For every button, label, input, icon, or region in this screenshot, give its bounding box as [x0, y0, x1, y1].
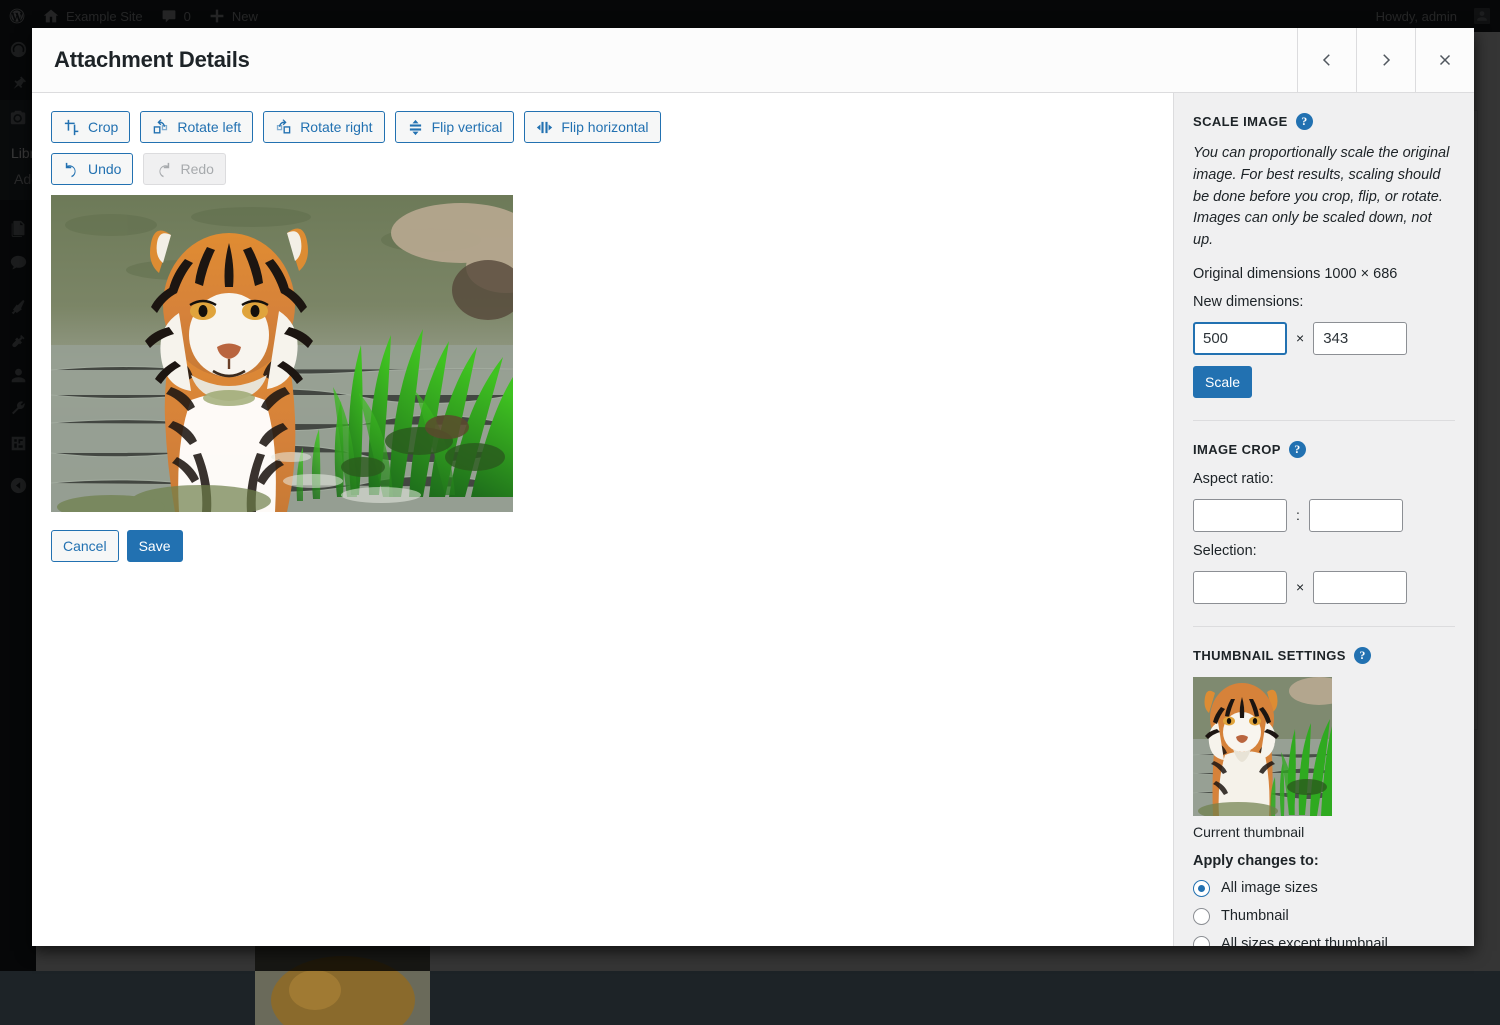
selection-width-input[interactable] [1193, 571, 1287, 604]
redo-button: Redo [143, 153, 225, 185]
redo-button-label: Redo [180, 162, 213, 176]
scale-dimension-fields: × [1193, 322, 1455, 355]
rotate-left-button-label: Rotate left [177, 120, 241, 134]
aspect-ratio-fields: : [1193, 499, 1455, 532]
aspect-ratio-height-input[interactable] [1309, 499, 1403, 532]
close-modal-button[interactable] [1415, 28, 1474, 92]
chevron-right-icon [1377, 51, 1395, 69]
settings-divider-1 [1193, 420, 1455, 421]
attachment-details-modal: Attachment Details Crop Ro [32, 28, 1474, 946]
flip-horizontal-icon [536, 119, 553, 136]
flip-vertical-button[interactable]: Flip vertical [395, 111, 515, 143]
rotate-left-button[interactable]: Rotate left [140, 111, 253, 143]
editor-action-buttons: Cancel Save [51, 530, 1153, 562]
close-icon [1436, 51, 1454, 69]
aspect-ratio-width-input[interactable] [1193, 499, 1287, 532]
scale-button[interactable]: Scale [1193, 366, 1252, 398]
modal-header: Attachment Details [32, 28, 1474, 93]
scale-dimension-separator: × [1296, 330, 1304, 346]
radio-all-sizes-except-thumbnail-input[interactable] [1193, 936, 1210, 946]
modal-nav-buttons [1297, 28, 1474, 92]
image-crop-help-icon[interactable]: ? [1289, 441, 1306, 458]
selection-height-input[interactable] [1313, 571, 1407, 604]
image-crop-title-label: Image Crop [1193, 442, 1281, 457]
current-thumbnail-preview [1193, 677, 1332, 816]
selection-fields: × [1193, 571, 1455, 604]
radio-thumbnail-label: Thumbnail [1221, 908, 1289, 924]
original-dimensions-label: Original dimensions 1000 × 686 [1193, 266, 1455, 282]
scale-image-help-icon[interactable]: ? [1296, 113, 1313, 130]
radio-thumbnail-input[interactable] [1193, 908, 1210, 925]
next-attachment-button[interactable] [1356, 28, 1415, 92]
rotate-right-button[interactable]: Rotate right [263, 111, 384, 143]
image-edit-toolbar-history: Undo Redo [51, 153, 1153, 185]
chevron-left-icon [1318, 51, 1336, 69]
rotate-right-button-label: Rotate right [300, 120, 372, 134]
undo-icon [63, 161, 80, 178]
aspect-ratio-label: Aspect ratio: [1193, 471, 1455, 487]
thumbnail-settings-title-label: Thumbnail Settings [1193, 648, 1346, 663]
radio-all-image-sizes-input[interactable] [1193, 880, 1210, 897]
crop-button[interactable]: Crop [51, 111, 130, 143]
aspect-ratio-separator: : [1296, 507, 1300, 523]
thumbnail-caption: Current thumbnail [1193, 824, 1455, 840]
undo-button-label: Undo [88, 162, 121, 176]
scale-height-input[interactable] [1313, 322, 1407, 355]
redo-icon [155, 161, 172, 178]
rotate-left-icon [152, 119, 169, 136]
flip-vertical-button-label: Flip vertical [432, 120, 503, 134]
image-crop-section-title: Image Crop ? [1193, 441, 1455, 458]
image-edit-canvas[interactable] [51, 195, 513, 512]
crop-button-label: Crop [88, 120, 118, 134]
rotate-right-icon [275, 119, 292, 136]
apply-changes-label: Apply changes to: [1193, 853, 1455, 869]
image-edit-toolbar-primary: Crop Rotate left Rotate right Flip verti… [51, 111, 1153, 143]
image-editor-pane: Crop Rotate left Rotate right Flip verti… [32, 93, 1173, 946]
scale-button-label: Scale [1205, 375, 1240, 389]
thumbnail-settings-help-icon[interactable]: ? [1354, 647, 1371, 664]
scale-width-input[interactable] [1193, 322, 1287, 355]
undo-button[interactable]: Undo [51, 153, 133, 185]
previous-attachment-button[interactable] [1297, 28, 1356, 92]
selection-label: Selection: [1193, 543, 1455, 559]
thumbnail-settings-section-title: Thumbnail Settings ? [1193, 647, 1455, 664]
save-button-label: Save [139, 539, 171, 553]
cancel-button-label: Cancel [63, 539, 107, 553]
image-settings-pane: Scale Image ? You can proportionally sca… [1173, 93, 1474, 946]
cancel-button[interactable]: Cancel [51, 530, 119, 562]
new-dimensions-label: New dimensions: [1193, 294, 1455, 310]
selection-separator: × [1296, 579, 1304, 595]
radio-all-image-sizes-label: All image sizes [1221, 880, 1318, 896]
modal-body: Crop Rotate left Rotate right Flip verti… [32, 93, 1474, 946]
radio-all-sizes-except-thumbnail-label: All sizes except thumbnail [1221, 936, 1388, 946]
settings-divider-2 [1193, 626, 1455, 627]
scale-image-description: You can proportionally scale the origina… [1193, 143, 1455, 252]
radio-option-all-sizes-except-thumbnail[interactable]: All sizes except thumbnail [1193, 936, 1455, 946]
scale-image-section-title: Scale Image ? [1193, 113, 1455, 130]
crop-icon [63, 119, 80, 136]
scale-image-title-label: Scale Image [1193, 114, 1288, 129]
flip-vertical-icon [407, 119, 424, 136]
attachment-image [51, 195, 513, 512]
radio-option-thumbnail[interactable]: Thumbnail [1193, 908, 1455, 925]
thumbnail-image [1193, 677, 1332, 816]
save-button[interactable]: Save [127, 530, 183, 562]
flip-horizontal-button[interactable]: Flip horizontal [524, 111, 660, 143]
radio-option-all-image-sizes[interactable]: All image sizes [1193, 880, 1455, 897]
flip-horizontal-button-label: Flip horizontal [561, 120, 648, 134]
page-title: Attachment Details [32, 47, 250, 73]
